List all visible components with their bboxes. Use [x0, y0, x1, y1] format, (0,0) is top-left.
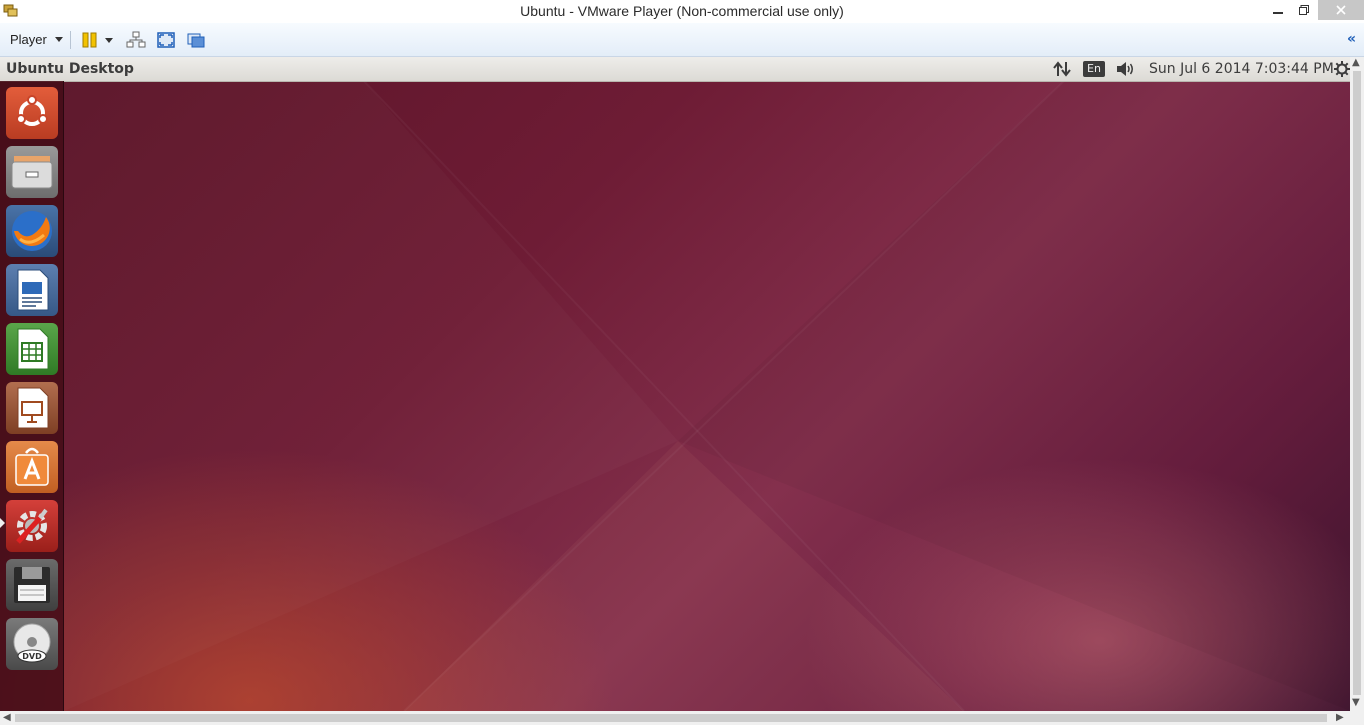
launcher-item-firefox[interactable] [6, 205, 58, 257]
pause-icon[interactable] [80, 30, 100, 50]
floppy-disk-icon [14, 567, 50, 603]
files-icon [11, 156, 53, 189]
close-icon [1336, 5, 1346, 15]
launcher-item-system-settings[interactable] [6, 500, 58, 552]
scroll-down-arrow-icon[interactable]: ▼ [1352, 697, 1360, 708]
panel-title: Ubuntu Desktop [6, 61, 134, 77]
scroll-right-arrow-icon[interactable]: ▶ [1336, 712, 1344, 723]
wallpaper-pattern [363, 81, 1350, 711]
system-settings-icon [16, 508, 48, 544]
network-indicator[interactable] [1052, 60, 1072, 78]
launcher-item-floppy[interactable] [6, 559, 58, 611]
guest-screen[interactable]: Ubuntu Desktop En Sun Jul 6 2014 7:03:44… [0, 57, 1350, 711]
minimize-button[interactable] [1266, 0, 1290, 20]
firefox-icon [12, 211, 52, 251]
horizontal-scrollbar[interactable]: ◀ ▶ [0, 711, 1364, 725]
vertical-scroll-thumb[interactable] [1353, 71, 1361, 695]
network-arrows-icon [1053, 61, 1071, 77]
launcher-item-impress[interactable] [6, 382, 58, 434]
chevron-down-icon [54, 36, 63, 42]
session-indicator[interactable] [1334, 60, 1350, 78]
launcher-active-indicator [0, 518, 5, 528]
full-screen-icon[interactable] [156, 30, 176, 50]
unity-mode-icon[interactable] [186, 30, 206, 50]
launcher-item-files[interactable] [6, 146, 58, 198]
launcher-item-writer[interactable] [6, 264, 58, 316]
window-titlebar: Ubuntu - VMware Player (Non-commercial u… [0, 0, 1364, 23]
software-center-icon [15, 447, 49, 486]
svg-text:DVD: DVD [22, 652, 42, 661]
launcher-item-software-center[interactable] [6, 441, 58, 493]
collapse-toolbar-icon[interactable]: « [1347, 31, 1356, 47]
libreoffice-impress-icon [17, 387, 49, 429]
unity-launcher: DVD [0, 81, 64, 711]
vmware-toolbar: Player « [0, 23, 1364, 57]
launcher-item-dvd[interactable]: DVD [6, 618, 58, 670]
keyboard-layout-label: En [1083, 61, 1105, 77]
close-button[interactable] [1318, 0, 1364, 20]
toolbar-separator [70, 31, 71, 49]
launcher-item-dash[interactable] [6, 87, 58, 139]
minimize-icon [1273, 12, 1283, 14]
libreoffice-writer-icon [17, 269, 49, 311]
clock-indicator[interactable]: Sun Jul 6 2014 7:03:44 PM [1149, 61, 1334, 77]
scroll-left-arrow-icon[interactable]: ◀ [3, 712, 11, 723]
keyboard-layout-indicator[interactable]: En [1083, 60, 1105, 78]
top-panel: Ubuntu Desktop En Sun Jul 6 2014 7:03:44… [0, 57, 1350, 82]
ubuntu-dash-icon [16, 95, 48, 126]
player-menu-button[interactable]: Player [4, 29, 69, 49]
gear-icon [1334, 61, 1350, 77]
dvd-icon: DVD [13, 623, 51, 663]
scroll-up-arrow-icon[interactable]: ▲ [1352, 57, 1360, 68]
ubuntu-desktop-wallpaper[interactable] [0, 81, 1350, 711]
volume-icon [1117, 62, 1133, 76]
launcher-item-calc[interactable] [6, 323, 58, 375]
vertical-scrollbar[interactable]: ▲ ▼ [1350, 57, 1364, 711]
libreoffice-calc-icon [17, 328, 49, 370]
horizontal-scroll-thumb[interactable] [15, 714, 1327, 722]
send-ctrl-alt-del-icon[interactable] [126, 30, 146, 50]
restore-icon [1299, 5, 1309, 15]
chevron-down-icon[interactable] [103, 30, 115, 50]
window-title: Ubuntu - VMware Player (Non-commercial u… [520, 3, 844, 19]
player-menu-label: Player [10, 31, 47, 47]
restore-button[interactable] [1292, 0, 1316, 20]
sound-indicator[interactable] [1115, 60, 1137, 78]
